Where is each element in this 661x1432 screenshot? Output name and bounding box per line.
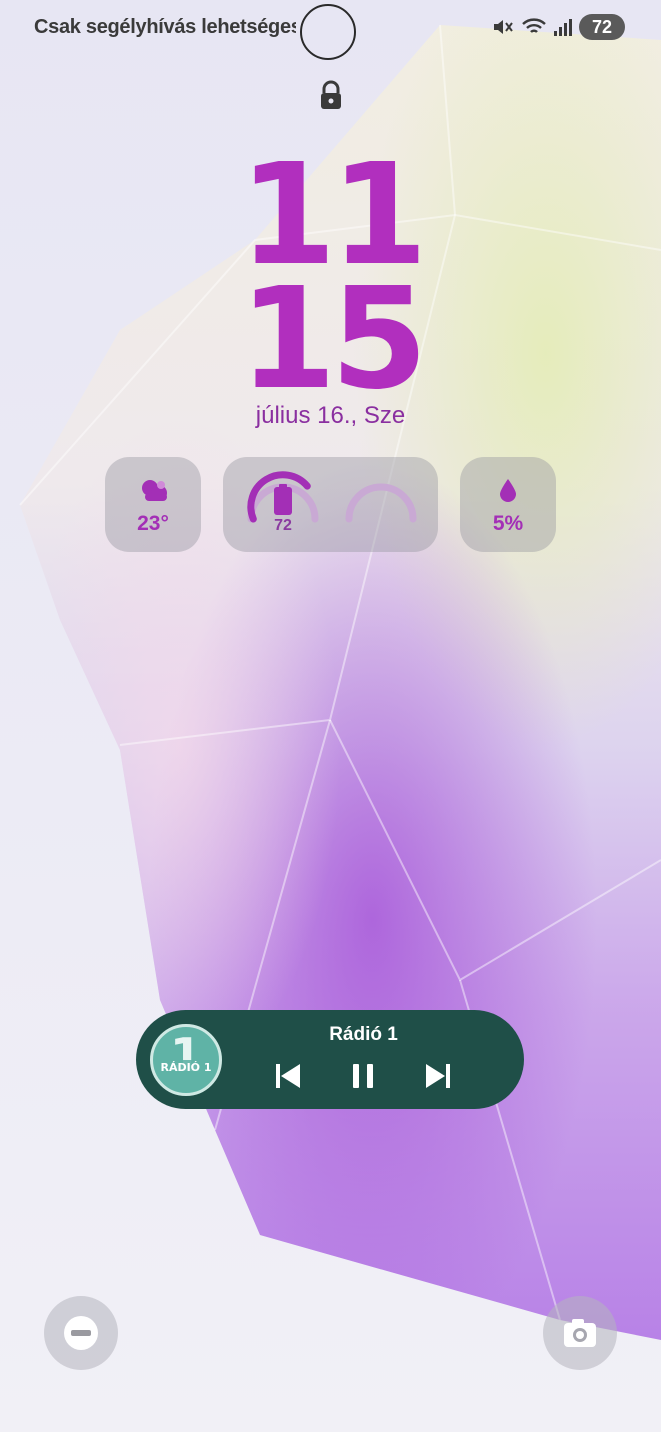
mute-icon	[494, 20, 513, 34]
pause-button[interactable]	[345, 1060, 381, 1092]
do-not-disturb-shortcut[interactable]	[44, 1296, 118, 1370]
date-label: július 16., Sze	[255, 402, 406, 429]
camera-punch-hole	[300, 4, 356, 60]
next-button[interactable]	[420, 1060, 456, 1092]
water-drop-icon	[500, 479, 516, 502]
battery-gauge-value: 72	[274, 517, 292, 534]
lock-icon[interactable]	[318, 80, 344, 110]
camera-icon	[564, 1319, 596, 1347]
rain-chance: 5%	[492, 512, 524, 535]
battery-level-badge: 72	[579, 14, 625, 40]
pause-icon	[353, 1064, 373, 1088]
station-logo-text: RÁDIÓ 1	[160, 1061, 211, 1074]
previous-button[interactable]	[270, 1060, 306, 1092]
media-player[interactable]: 1 RÁDIÓ 1 Rádió 1	[136, 1010, 524, 1109]
empty-gauge-icon	[345, 483, 417, 523]
station-logo: 1 RÁDIÓ 1	[150, 1024, 222, 1096]
weather-temperature: 23°	[137, 512, 169, 535]
weather-widget[interactable]: 23°	[105, 457, 201, 552]
media-title: Rádió 1	[329, 1024, 398, 1045]
status-bar: Csak segélyhívás lehetséges 72	[0, 4, 661, 60]
status-icons: 72	[491, 14, 625, 40]
next-icon	[426, 1064, 450, 1088]
camera-shortcut[interactable]	[543, 1296, 617, 1370]
carrier-text: Csak segélyhívás lehetséges	[34, 16, 296, 38]
clock-minutes[interactable]: 15	[0, 270, 661, 410]
phone-battery-icon	[274, 484, 292, 515]
do-not-disturb-icon	[64, 1316, 98, 1350]
wifi-icon	[522, 18, 546, 33]
signal-icon	[554, 19, 572, 36]
weather-cloud-icon	[142, 480, 167, 501]
battery-widget[interactable]: 72	[223, 457, 438, 552]
previous-icon	[276, 1064, 300, 1088]
rain-widget[interactable]: 5%	[460, 457, 556, 552]
